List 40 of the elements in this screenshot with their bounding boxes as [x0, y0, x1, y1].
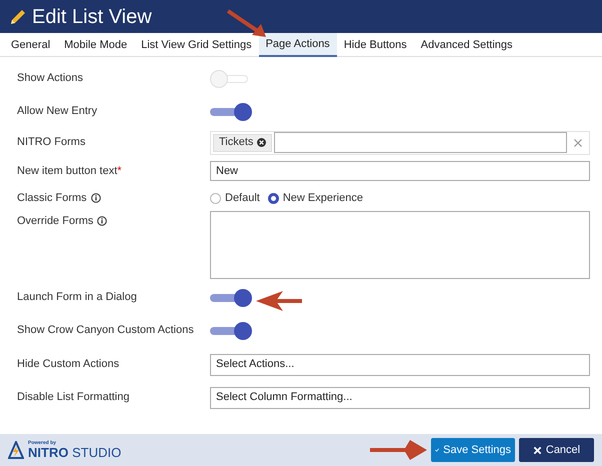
radio-label: New Experience: [282, 190, 363, 206]
save-button[interactable]: Save Settings: [431, 438, 515, 462]
radio-label: Default: [225, 190, 260, 206]
brand-name: NITRO STUDIO: [28, 446, 122, 459]
toggle-switch[interactable]: [210, 102, 252, 120]
setting-label: Disable List Formatting: [17, 390, 130, 406]
setting-label: Show Actions: [17, 71, 84, 86]
window-title: Edit List View: [32, 4, 152, 30]
toggle-switch[interactable]: [210, 322, 252, 340]
tab[interactable]: Mobile Mode: [57, 33, 134, 57]
tab[interactable]: Page Actions: [258, 33, 337, 57]
logo-icon: [8, 441, 24, 459]
tag-label: Tickets: [219, 135, 254, 150]
setting-label: Hide Custom Actions: [17, 357, 120, 372]
required-mark: *: [117, 164, 122, 179]
annotation-arrow: [226, 9, 266, 37]
tab[interactable]: Advanced Settings: [414, 33, 520, 57]
setting-label: Override Forms: [17, 214, 94, 229]
annotation-arrow: [370, 440, 427, 460]
text-input-field[interactable]: New: [210, 161, 590, 181]
tab[interactable]: Hide Buttons: [336, 33, 414, 57]
setting-label: Allow New Entry: [17, 104, 98, 120]
setting-label: New item button text: [17, 164, 118, 179]
clear-icon[interactable]: [572, 136, 584, 148]
cancel-button[interactable]: Cancel: [519, 438, 594, 462]
radio-button[interactable]: [268, 192, 279, 204]
tag-input-field[interactable]: Tickets: [210, 130, 590, 154]
close-icon: [532, 446, 542, 454]
setting-label: Show Crow Canyon Custom Actions: [17, 323, 194, 338]
toggle-switch[interactable]: [210, 288, 252, 306]
tab[interactable]: List View Grid Settings: [134, 33, 259, 57]
radio-button[interactable]: [210, 192, 221, 204]
select-field[interactable]: Select Actions...: [210, 354, 590, 376]
setting-label: Classic Forms: [17, 190, 87, 206]
setting-label: NITRO Forms: [17, 135, 86, 150]
setting-label: Launch Form in a Dialog: [17, 290, 137, 306]
select-field[interactable]: Select Column Formatting...: [210, 386, 590, 408]
remove-icon[interactable]: [257, 138, 266, 147]
annotation-arrow: [256, 291, 302, 311]
tab[interactable]: General: [4, 33, 58, 57]
